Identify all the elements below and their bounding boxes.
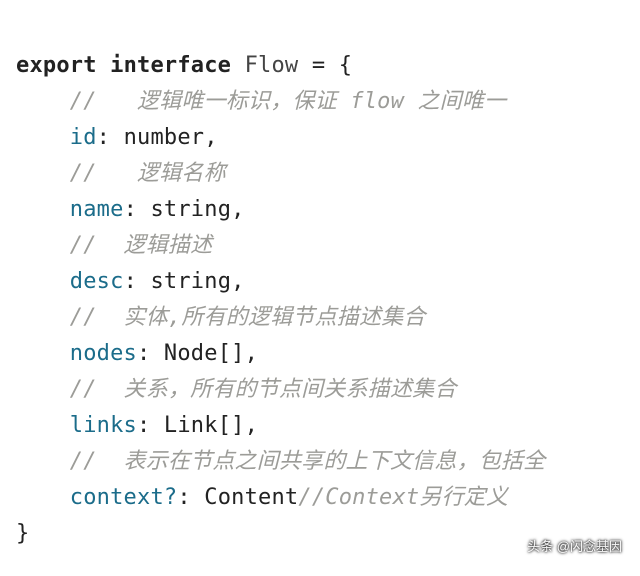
- comment-trail: //Context另行定义: [298, 485, 508, 510]
- type-linkarr: Link[]: [164, 413, 245, 438]
- type-content: Content: [204, 485, 298, 510]
- comment-id: // 逻辑唯一标识，保证 flow 之间唯一: [70, 89, 507, 114]
- prop-nodes: nodes: [70, 341, 137, 366]
- equals: =: [312, 53, 325, 78]
- close-brace: }: [16, 521, 29, 546]
- prop-name: name: [70, 197, 124, 222]
- comment-nodes: // 实体,所有的逻辑节点描述集合: [70, 305, 426, 330]
- open-brace: {: [339, 53, 352, 78]
- comment-desc: // 逻辑描述: [70, 233, 213, 258]
- type-number: number: [124, 125, 205, 150]
- prop-id: id: [70, 125, 97, 150]
- watermark: 头条 @闪念基因: [509, 529, 622, 565]
- type-string2: string: [150, 269, 231, 294]
- prop-context: context?: [70, 485, 178, 510]
- code-block: export interface Flow = { // 逻辑唯一标识，保证 f…: [0, 0, 640, 552]
- prop-desc: desc: [70, 269, 124, 294]
- watermark-text: 头条 @闪念基因: [527, 529, 622, 565]
- prop-links: links: [70, 413, 137, 438]
- toutiao-icon: [509, 540, 523, 554]
- comment-context: // 表示在节点之间共享的上下文信息，包括全: [70, 449, 546, 474]
- interface-name: Flow: [245, 53, 299, 78]
- comment-links: // 关系，所有的节点间关系描述集合: [70, 377, 457, 402]
- keyword-export: export: [16, 53, 97, 78]
- type-nodearr: Node[]: [164, 341, 245, 366]
- keyword-interface: interface: [110, 53, 231, 78]
- type-string: string: [150, 197, 231, 222]
- comment-name: // 逻辑名称: [70, 161, 226, 186]
